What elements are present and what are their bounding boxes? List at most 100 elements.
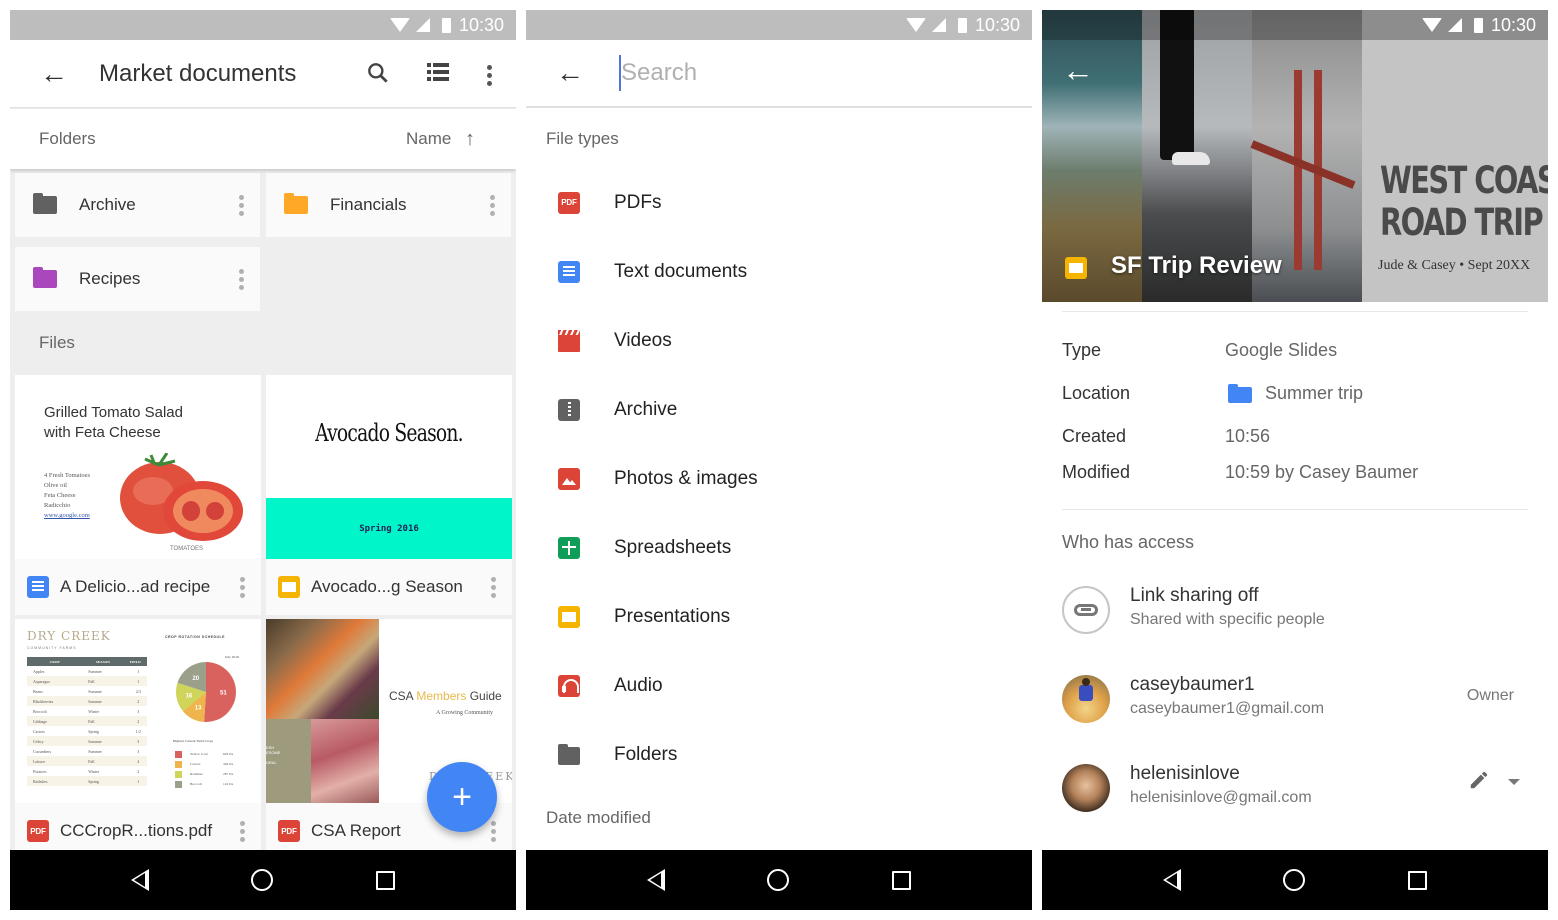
nav-recents-icon[interactable] xyxy=(375,870,395,890)
search-input[interactable] xyxy=(619,55,999,91)
nav-home-icon[interactable] xyxy=(1283,869,1306,891)
crop-table-cell: Spring xyxy=(88,778,99,784)
more-vert-icon[interactable] xyxy=(489,194,495,216)
file-type-item[interactable]: Photos & images xyxy=(526,444,1032,513)
tomato-illustration: TOMATOES xyxy=(120,453,243,552)
file-type-item[interactable]: Audio xyxy=(526,651,1032,720)
access-row-editor[interactable]: helenisinlove helenisinlove@gmail.com xyxy=(1042,759,1548,819)
file-details-screen: WEST COAST ROAD TRIP Jude & Casey • Sept… xyxy=(1042,10,1548,910)
file-type-item[interactable]: Text documents xyxy=(526,237,1032,306)
link-sharing-row[interactable]: Link sharing off Shared with specific pe… xyxy=(1042,581,1548,641)
sheet-icon xyxy=(558,536,580,559)
pie-label: 51 xyxy=(220,691,227,697)
file-thumbnail: DRY CREEK COMMUNITY FARMS CROP SEASON FIEL… xyxy=(15,619,261,803)
folder-card-archive[interactable]: Archive xyxy=(15,173,260,237)
crop-table-row: Cabbage Fall 2 xyxy=(27,716,147,726)
edit-pencil-icon[interactable] xyxy=(1468,769,1490,791)
more-vert-icon[interactable] xyxy=(239,820,245,842)
more-vert-icon[interactable] xyxy=(490,576,496,598)
crop-table-row: Lettuce Fall 4 xyxy=(27,756,147,766)
battery-icon xyxy=(441,17,451,33)
more-vert-icon[interactable] xyxy=(490,820,496,842)
crop-table-cell: Winter xyxy=(88,768,100,774)
divider xyxy=(1062,509,1528,510)
file-type-label: Presentations xyxy=(614,605,731,627)
legend-item: Carrots 304 lbs xyxy=(175,759,255,769)
legend-label: Yellow Corn xyxy=(190,752,208,756)
doc-icon xyxy=(558,260,580,283)
file-type-item[interactable]: Videos xyxy=(526,306,1032,375)
arrow-back-icon[interactable]: ← xyxy=(556,59,584,87)
folder-card-financials[interactable]: Financials xyxy=(266,173,511,237)
more-vert-icon[interactable] xyxy=(238,194,244,216)
crop-table-row: Blackberries Summer 2 xyxy=(27,696,147,706)
avatar-figure xyxy=(1079,685,1093,701)
folder-card-recipes[interactable]: Recipes xyxy=(15,247,260,311)
sort-by-name-button[interactable]: Name xyxy=(406,129,451,149)
docs-icon xyxy=(27,576,49,598)
video-icon xyxy=(558,329,580,352)
thumb-subtitle: A Growing Community xyxy=(436,710,494,716)
crop-table-row: Asparagus Fall 1 xyxy=(27,676,147,686)
pie-label: 20 xyxy=(192,676,199,682)
arrow-back-icon[interactable]: ← xyxy=(40,59,68,88)
thumb-ingredient: Radicchio xyxy=(44,502,71,509)
more-vert-icon[interactable] xyxy=(486,65,492,86)
file-card-avocado[interactable]: Avocado Season. Spring 2016 Avocado...g … xyxy=(266,375,512,615)
file-thumbnail: Grilled Tomato Salad with Feta Cheese 4 … xyxy=(15,375,261,559)
crop-table-cell: Fall xyxy=(88,678,95,684)
more-vert-icon[interactable] xyxy=(239,576,245,598)
folder-name: Recipes xyxy=(79,269,141,288)
app-bar: ← Market documents xyxy=(10,40,516,108)
crop-table-cell: Broccoli xyxy=(33,708,47,714)
nav-back-icon[interactable] xyxy=(1163,869,1182,891)
crop-table-cell: 3 xyxy=(137,738,140,744)
plus-icon: + xyxy=(452,777,472,816)
dropdown-arrow-icon[interactable] xyxy=(1508,779,1520,785)
file-name: CCCropR...tions.pdf xyxy=(60,821,213,840)
thumb-band: Spring 2016 xyxy=(266,498,512,559)
crop-table-row: Apples Summer 1 xyxy=(27,666,147,676)
file-type-item[interactable]: Folders xyxy=(526,720,1032,789)
crop-table-cell: 1 xyxy=(137,678,140,684)
more-vert-icon[interactable] xyxy=(238,268,244,290)
nav-home-icon[interactable] xyxy=(767,869,790,891)
crop-table-cell: Potatoes xyxy=(33,768,47,774)
access-sub: caseybaumer1@gmail.com xyxy=(1130,700,1325,717)
file-card-recipe[interactable]: Grilled Tomato Salad with Feta Cheese 4 … xyxy=(15,375,261,615)
nav-home-icon[interactable] xyxy=(251,869,274,891)
access-row-owner[interactable]: caseybaumer1 caseybaumer1@gmail.com Owne… xyxy=(1042,670,1548,730)
folder-icon xyxy=(33,267,57,288)
nav-recents-icon[interactable] xyxy=(891,870,911,890)
crop-table-cell: Fall xyxy=(88,718,95,724)
crop-table-cell: Winter xyxy=(88,708,100,714)
detail-value-location[interactable]: Summer trip xyxy=(1265,383,1363,404)
legend-swatch xyxy=(175,770,182,778)
legend-value: 603 lbs xyxy=(223,752,234,756)
file-type-item[interactable]: Presentations xyxy=(526,582,1032,651)
crop-table-cell: Apples xyxy=(33,668,45,674)
thumb-brand-sub: COMMUNITY FARMS xyxy=(27,646,77,650)
file-type-item[interactable]: Archive xyxy=(526,375,1032,444)
file-type-label: Folders xyxy=(614,743,678,765)
detail-key-type: Type xyxy=(1062,340,1102,360)
file-type-item[interactable]: Spreadsheets xyxy=(526,513,1032,582)
file-type-item[interactable]: PDF PDFs xyxy=(526,168,1032,237)
crop-table-cell: Blackberries xyxy=(33,698,54,704)
nav-back-icon[interactable] xyxy=(647,869,666,891)
crop-table-cell: 2 xyxy=(137,698,140,704)
nav-back-icon[interactable] xyxy=(131,869,150,891)
arrow-back-icon[interactable]: ← xyxy=(1062,54,1094,86)
status-bar: 10:30 xyxy=(10,10,516,40)
file-card-crop-rotations[interactable]: DRY CREEK COMMUNITY FARMS CROP SEASON FIEL… xyxy=(15,619,261,859)
crop-table-cell: Cabbage xyxy=(33,718,47,724)
search-icon[interactable] xyxy=(365,60,391,86)
add-fab-button[interactable]: + xyxy=(427,762,497,832)
crop-table-cell: 2 xyxy=(137,718,140,724)
arrow-up-icon[interactable]: ↑ xyxy=(465,128,475,151)
list-view-icon[interactable] xyxy=(427,62,449,82)
status-bar: 10:30 xyxy=(1042,10,1548,40)
crop-table-header: FIELD xyxy=(129,659,141,664)
crop-table-row: Broccoli Winter 3 xyxy=(27,706,147,716)
nav-recents-icon[interactable] xyxy=(1407,870,1427,890)
